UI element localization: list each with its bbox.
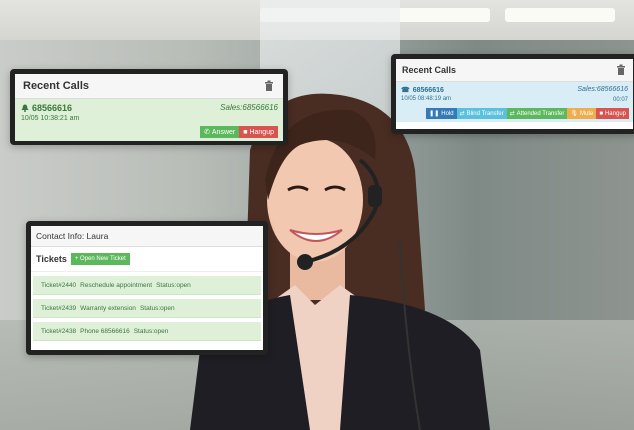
recent-calls-panel-incoming: Recent Calls 68566616 Sales:68566616 10/… xyxy=(10,69,288,145)
call-timestamp: 10/05 08:48:19 am xyxy=(401,96,452,102)
ticket-id: Ticket#2439 xyxy=(41,304,77,312)
ticket-status: Status:open xyxy=(156,281,191,289)
ticket-subject: Phone 68566616 xyxy=(80,327,130,335)
ceiling-light xyxy=(505,8,615,22)
caller-number: 68566616 xyxy=(412,86,444,94)
call-actions: ✆ Answer ■ Hangup xyxy=(200,126,278,138)
open-new-ticket-label: Open New Ticket xyxy=(80,256,126,262)
open-new-ticket-button[interactable]: + Open New Ticket xyxy=(70,253,130,265)
contact-title: Contact Info: Laura xyxy=(31,226,263,247)
ticket-subject: Reschedule appointment xyxy=(80,281,153,289)
hold-label: Hold xyxy=(441,110,454,117)
answer-button[interactable]: ✆ Answer xyxy=(200,126,240,138)
ticket-subject: Warranty extension xyxy=(80,304,136,312)
mute-button[interactable]: 🎙 Mute xyxy=(567,108,597,119)
recent-calls-panel-active: Recent Calls ☎ 68566616 Sales:68566616 1… xyxy=(391,54,634,134)
hangup-button[interactable]: ■ Hangup xyxy=(239,126,278,138)
call-actions: ❚❚ Hold ⇄ Blind Transfer ⇄ Attended Tran… xyxy=(426,108,629,119)
ticket-row[interactable]: Ticket#2439 Warranty extension Status:op… xyxy=(33,299,261,318)
ticket-id: Ticket#2440 xyxy=(41,281,77,289)
contact-info-panel: Contact Info: Laura Tickets + Open New T… xyxy=(26,221,268,355)
ticket-id: Ticket#2438 xyxy=(41,327,77,335)
blind-transfer-label: Blind Transfer xyxy=(466,110,504,117)
hangup-button[interactable]: ■ Hangup xyxy=(596,108,629,119)
mute-label: Mute xyxy=(580,110,594,117)
bell-icon xyxy=(21,104,29,112)
ticket-status: Status:open xyxy=(139,304,175,312)
blind-transfer-button[interactable]: ⇄ Blind Transfer xyxy=(456,108,507,119)
trash-icon[interactable] xyxy=(615,64,627,76)
transfer-icon: ⇄ xyxy=(459,111,465,117)
microphone-icon: 🎙 xyxy=(570,111,578,117)
ticket-row[interactable]: Ticket#2440 Reschedule appointment Statu… xyxy=(33,276,261,295)
hangup-label: Hangup xyxy=(249,128,274,136)
tickets-header: Tickets + Open New Ticket xyxy=(31,247,263,272)
plus-icon: + xyxy=(74,256,79,262)
call-duration: 00:07 xyxy=(612,97,628,103)
recent-calls-title: Recent Calls xyxy=(402,65,457,75)
attended-transfer-label: Attended Transfer xyxy=(516,110,565,117)
pause-icon: ❚❚ xyxy=(429,111,440,117)
trash-icon[interactable] xyxy=(263,80,275,92)
recent-calls-title: Recent Calls xyxy=(23,80,90,92)
ticket-status: Status:open xyxy=(133,327,169,335)
incoming-call-row[interactable]: 68566616 Sales:68566616 10/05 10:38:21 a… xyxy=(15,99,283,141)
call-queue: Sales:68566616 xyxy=(220,103,278,112)
call-timestamp: 10/05 10:38:21 am xyxy=(21,115,80,122)
stop-icon: ■ xyxy=(243,128,248,136)
hangup-label: Hangup xyxy=(604,110,626,117)
phone-icon: ✆ xyxy=(204,129,210,136)
answer-label: Answer xyxy=(211,128,236,136)
ticket-row[interactable]: Ticket#2438 Phone 68566616 Status:open xyxy=(33,322,261,341)
hold-button[interactable]: ❚❚ Hold xyxy=(426,108,457,119)
attended-transfer-button[interactable]: ⇄ Attended Transfer xyxy=(506,108,568,119)
recent-calls-header: Recent Calls xyxy=(396,59,633,82)
tickets-title: Tickets xyxy=(36,254,67,264)
active-call-row[interactable]: ☎ 68566616 Sales:68566616 10/05 08:48:19… xyxy=(396,82,633,122)
phone-icon: ☎ xyxy=(401,87,410,94)
caller-number: 68566616 xyxy=(32,103,73,113)
recent-calls-header: Recent Calls xyxy=(15,74,283,99)
call-queue: Sales:68566616 xyxy=(577,86,628,93)
stop-icon: ■ xyxy=(599,110,603,117)
transfer-icon: ⇄ xyxy=(509,111,515,117)
